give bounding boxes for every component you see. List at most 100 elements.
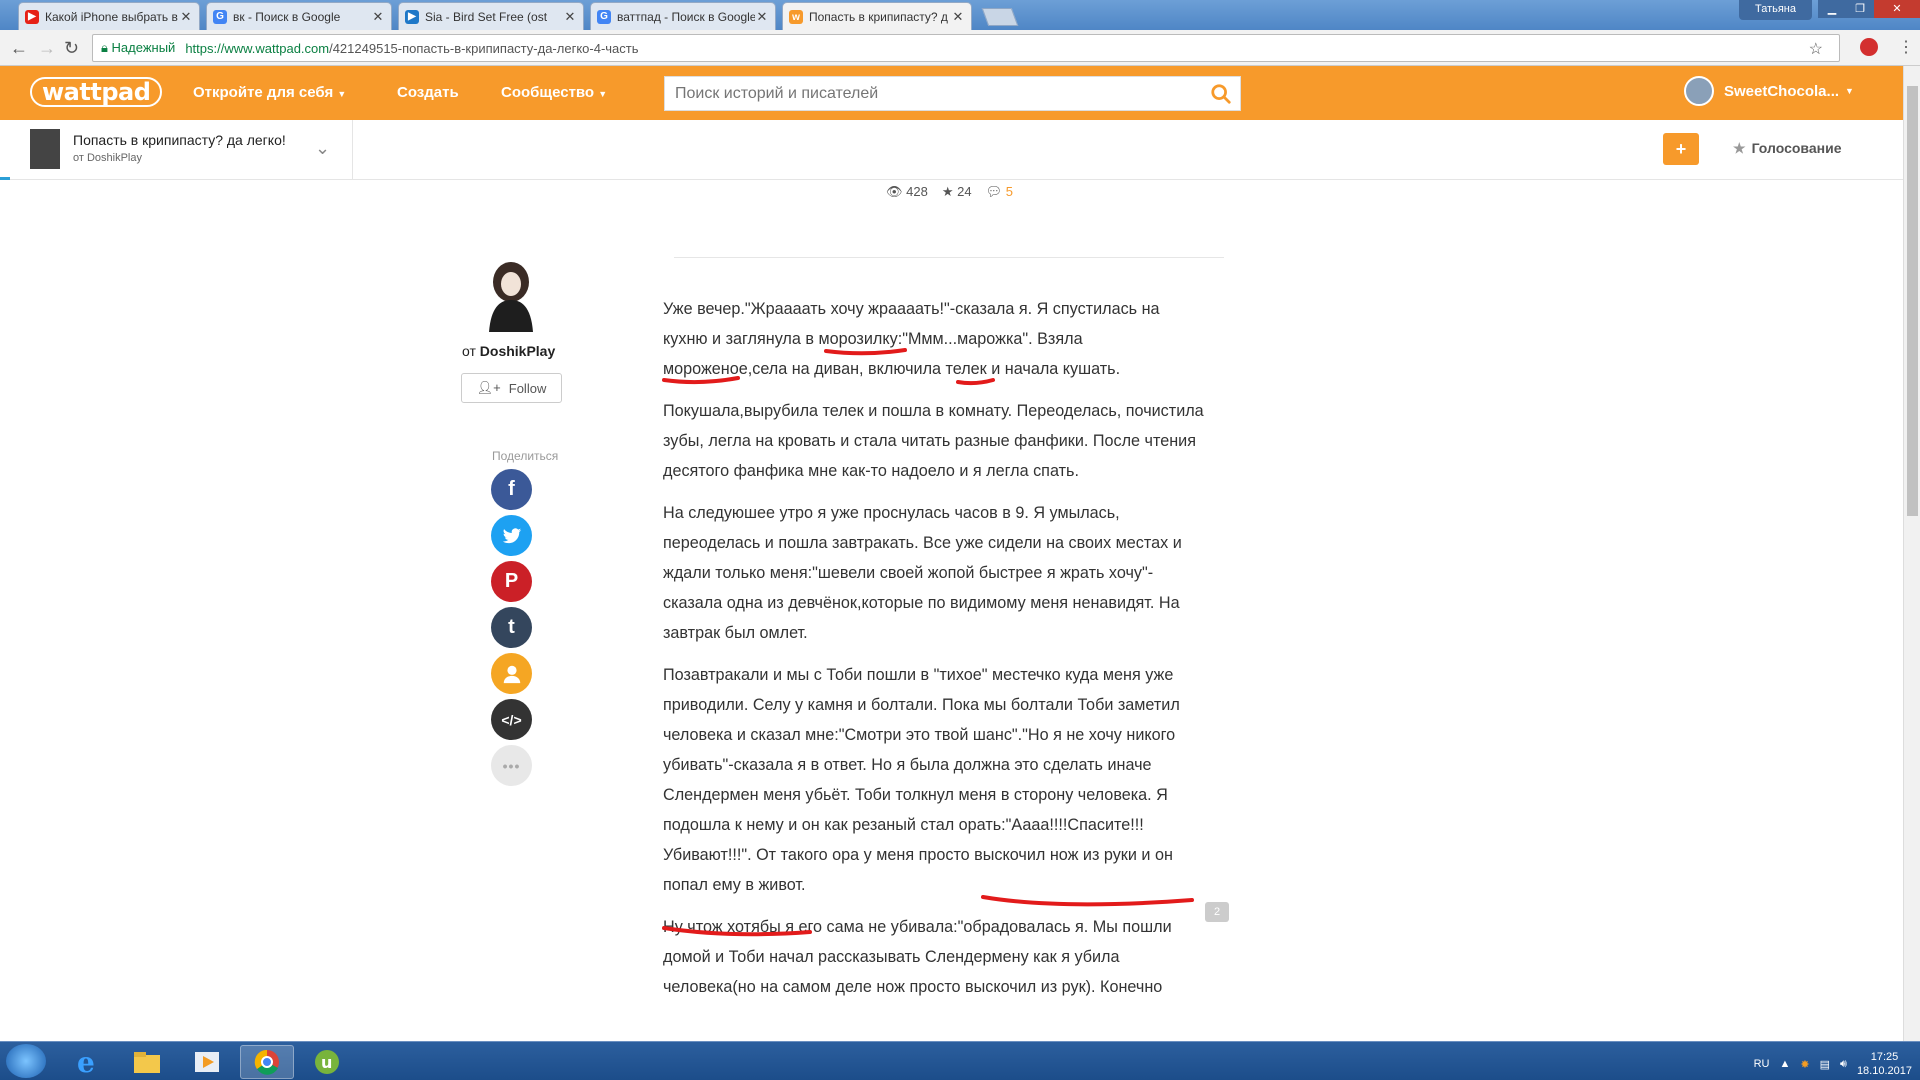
vote-button[interactable]: ★ Голосование [1733, 140, 1841, 157]
lock-icon: 🔒︎ Надежный [101, 40, 176, 55]
window-user[interactable]: Татьяна [1738, 0, 1812, 20]
forward-icon[interactable]: → [38, 38, 56, 59]
chevron-down-icon[interactable]: ⌄ [315, 138, 330, 159]
new-tab-button[interactable] [981, 8, 1019, 26]
search-box [664, 76, 1241, 111]
google-icon: G [597, 9, 611, 24]
story-bar: Попасть в крипипасту? да легко! от Doshi… [0, 120, 1903, 180]
scrollbar[interactable] [1903, 66, 1920, 1041]
chevron-down-icon: ▼ [337, 89, 347, 99]
google-icon: G [213, 9, 227, 24]
comment-icon: 💬︎ [985, 184, 1003, 199]
close-icon[interactable]: ✕ [563, 9, 577, 25]
tab-youtube[interactable]: ▶ Какой iPhone выбрать в ✕ [18, 2, 200, 30]
story-title[interactable]: Попасть в крипипасту? да легко! [73, 132, 286, 148]
video-icon: ▶ [405, 9, 419, 24]
url-host: https://www.wattpad.com [185, 40, 330, 56]
reading-progress [0, 177, 10, 180]
utorrent-icon[interactable]: u [300, 1045, 354, 1079]
close-window-icon[interactable]: ✕ [1874, 0, 1920, 18]
author-by: от [462, 343, 476, 359]
follow-button[interactable]: 👤︎+ Follow [461, 373, 562, 403]
nav-discover-label: Откройте для себя [193, 84, 334, 101]
close-icon[interactable]: ✕ [179, 9, 193, 25]
pinterest-icon[interactable]: P [491, 561, 532, 602]
minimize-icon[interactable]: ▁ [1818, 0, 1846, 18]
story-paragraph: Позавтракали и мы с Тоби пошли в "тихое"… [663, 666, 1180, 894]
wattpad-header: wattpad Откройте для себя ▼ Создать Сооб… [0, 66, 1903, 120]
profile-icon[interactable] [491, 653, 532, 694]
restore-icon[interactable]: ❐ [1846, 0, 1874, 18]
tab-sia[interactable]: ▶ Sia - Bird Set Free (ost ✕ [398, 2, 584, 30]
votes-stat: ★ 24 [942, 184, 972, 200]
network-icon[interactable]: ▤ [1820, 1058, 1830, 1071]
bookmark-star-icon[interactable]: ☆ [1809, 39, 1823, 59]
tab-title: ваттпад - Поиск в Google [617, 9, 755, 24]
back-icon[interactable]: ← [10, 38, 28, 59]
tab-google-wattpad[interactable]: G ваттпад - Поиск в Google ✕ [590, 2, 776, 30]
author-name[interactable]: DoshikPlay [480, 343, 555, 359]
tray-arrow-icon[interactable]: ▲ [1779, 1058, 1790, 1070]
star-icon: ★ [1733, 140, 1746, 156]
author-byline: от DoshikPlay [462, 343, 555, 359]
wattpad-logo[interactable]: wattpad [30, 77, 163, 107]
nav-community[interactable]: Сообщество ▼ [501, 84, 607, 101]
windows-taskbar: e u RU ▲ ✸ ▤ 🔊︎ 17:25 18.10.2017 [0, 1041, 1920, 1080]
url-path: /421249515-попасть-в-крипипасту-да-легко… [329, 40, 639, 56]
story-cover[interactable] [30, 129, 60, 169]
volume-icon[interactable]: 🔊︎ [1840, 1058, 1847, 1071]
start-button[interactable] [6, 1044, 46, 1078]
votes-count: 24 [957, 184, 972, 199]
reload-icon[interactable]: ↻ [64, 38, 79, 59]
svg-text:u: u [321, 1053, 332, 1072]
tab-title: Sia - Bird Set Free (ost [425, 9, 548, 24]
twitter-icon[interactable] [491, 515, 532, 556]
chevron-down-icon: ▼ [598, 89, 608, 99]
close-icon[interactable]: ✕ [755, 9, 769, 25]
clock[interactable]: 17:25 18.10.2017 [1857, 1050, 1912, 1078]
more-icon[interactable]: ••• [491, 745, 532, 786]
tray-app-icon[interactable]: ✸ [1800, 1058, 1809, 1071]
story-author[interactable]: от DoshikPlay [73, 152, 142, 164]
story-paragraph: На следуюшее утро я уже проснулась часов… [663, 504, 1182, 642]
language-indicator[interactable]: RU [1754, 1058, 1770, 1070]
wattpad-icon: w [789, 10, 803, 24]
tab-google-vk[interactable]: G вк - Поиск в Google ✕ [206, 2, 392, 30]
svg-text:e: e [77, 1047, 95, 1077]
browser-toolbar: ← → ↻ 🔒︎ Надежный https://www.wattpad.co… [0, 30, 1920, 66]
search-input[interactable] [675, 84, 1195, 103]
chrome-menu-icon[interactable]: ⋮ [1898, 37, 1914, 57]
media-player-icon[interactable] [180, 1045, 234, 1079]
close-icon[interactable]: ✕ [371, 9, 385, 25]
chrome-icon[interactable] [240, 1045, 294, 1079]
internet-explorer-icon[interactable]: e [60, 1045, 114, 1079]
embed-icon[interactable]: </> [491, 699, 532, 740]
nav-create[interactable]: Создать [397, 84, 459, 101]
extension-icon[interactable] [1860, 38, 1878, 56]
search-icon[interactable] [1210, 83, 1232, 105]
nav-discover[interactable]: Откройте для себя ▼ [193, 84, 346, 101]
add-to-library-button[interactable]: + [1663, 133, 1699, 165]
comments-count: 5 [1005, 184, 1013, 199]
username: SweetChocola... [1724, 82, 1840, 100]
chevron-down-icon: ▼ [1845, 86, 1854, 96]
close-icon[interactable]: ✕ [951, 9, 965, 25]
divider [674, 257, 1224, 258]
address-bar[interactable]: 🔒︎ Надежный https://www.wattpad.com/4212… [92, 34, 1840, 62]
file-explorer-icon[interactable] [120, 1045, 174, 1079]
window-controls: Татьяна ▁ ❐ ✕ [1738, 0, 1920, 20]
author-avatar[interactable] [481, 258, 541, 332]
star-icon: ★ [941, 184, 954, 199]
story-content: Уже вечер."Жраааать хочу жраааать!"-сказ… [663, 294, 1208, 1014]
facebook-icon[interactable]: f [491, 469, 532, 510]
eye-icon: 👁︎ [886, 184, 903, 199]
scrollbar-thumb[interactable] [1907, 86, 1918, 516]
tab-wattpad-story[interactable]: w Попасть в крипипасту? д ✕ [782, 2, 972, 31]
story-paragraph: Уже вечер."Жраааать хочу жраааать!"-сказ… [663, 300, 1160, 378]
views-count: 428 [906, 184, 928, 199]
nav-community-label: Сообщество [501, 84, 595, 101]
comments-stat[interactable]: 💬︎ 5 [986, 184, 1013, 200]
inline-comment-button[interactable]: 2 [1205, 902, 1229, 922]
user-menu[interactable]: SweetChocola... ▼ [1684, 76, 1854, 106]
tumblr-icon[interactable]: t [491, 607, 532, 648]
